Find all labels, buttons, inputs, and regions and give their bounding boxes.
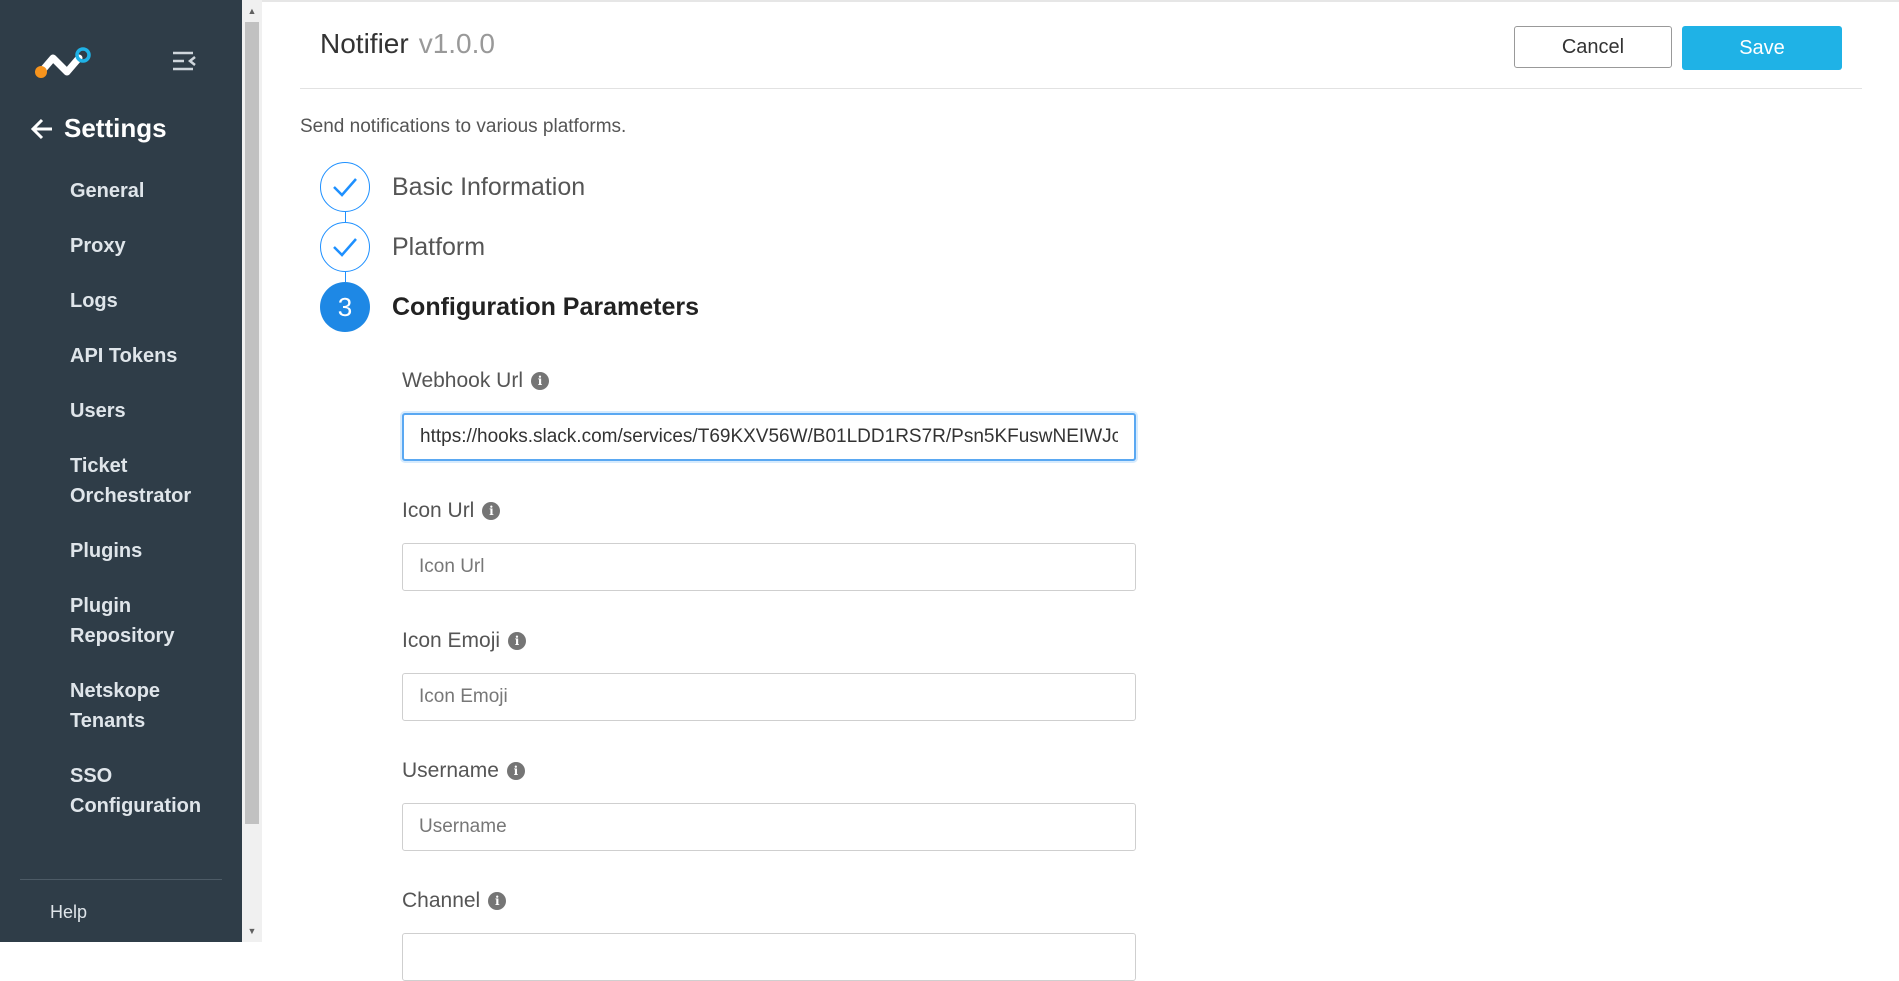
- sidebar-item-users[interactable]: Users: [70, 396, 230, 426]
- netskope-logo: [35, 47, 91, 78]
- channel-input[interactable]: [402, 933, 1136, 981]
- scroll-up-arrow-icon[interactable]: ▲: [242, 2, 262, 20]
- info-icon[interactable]: i: [488, 892, 507, 910]
- help-link[interactable]: Help: [50, 902, 87, 923]
- plugin-version: v1.0.0: [418, 28, 495, 59]
- icon-emoji-input[interactable]: [402, 673, 1136, 721]
- sidebar-item-api-tokens[interactable]: API Tokens: [70, 341, 230, 371]
- username-label-row: Username i: [402, 757, 1136, 785]
- sidebar-scrollbar[interactable]: ▲ ▼: [242, 0, 262, 942]
- collapse-menu-icon[interactable]: [170, 48, 198, 74]
- username-input[interactable]: [402, 803, 1136, 851]
- info-icon[interactable]: i: [508, 632, 527, 650]
- page-title: Notifier v1.0.0: [320, 28, 495, 60]
- webhook-url-field: Webhook Url i: [402, 367, 1136, 461]
- back-arrow-icon[interactable]: [30, 117, 54, 141]
- step-complete-indicator: [320, 222, 370, 272]
- sidebar-divider: [20, 879, 222, 880]
- step-connector: [345, 272, 346, 282]
- settings-header: Settings: [30, 113, 167, 144]
- step-label: Basic Information: [392, 172, 586, 201]
- webhook-url-label-row: Webhook Url i: [402, 367, 1136, 395]
- plugin-description: Send notifications to various platforms.: [300, 116, 627, 137]
- sidebar-item-plugin-repository[interactable]: Plugin Repository: [70, 591, 230, 651]
- step-complete-indicator: [320, 162, 370, 212]
- username-field: Username i: [402, 757, 1136, 851]
- step-label: Configuration Parameters: [392, 292, 700, 321]
- step-platform[interactable]: Platform: [320, 222, 485, 272]
- sidebar-item-plugins[interactable]: Plugins: [70, 536, 230, 566]
- sidebar-item-sso-configuration[interactable]: SSO Configuration: [70, 761, 230, 821]
- icon-url-input[interactable]: [402, 543, 1136, 591]
- webhook-url-label: Webhook Url: [402, 369, 523, 392]
- step-label: Platform: [392, 232, 486, 261]
- sidebar: Settings General Proxy Logs API Tokens U…: [0, 0, 242, 942]
- sidebar-item-netskope-tenants[interactable]: Netskope Tenants: [70, 676, 230, 736]
- icon-url-field: Icon Url i: [402, 497, 1136, 591]
- plugin-name: Notifier: [320, 28, 409, 59]
- info-icon[interactable]: i: [506, 762, 525, 780]
- settings-title: Settings: [64, 113, 167, 143]
- channel-label-row: Channel i: [402, 887, 1136, 915]
- icon-url-label: Icon Url: [402, 499, 475, 522]
- main-content: Notifier v1.0.0 Cancel Save Send notifica…: [262, 0, 1899, 981]
- sidebar-item-general[interactable]: General: [70, 176, 230, 206]
- icon-emoji-label: Icon Emoji: [402, 629, 501, 652]
- step-number-badge: 3: [320, 282, 370, 332]
- icon-emoji-label-row: Icon Emoji i: [402, 627, 1136, 655]
- channel-field: Channel i: [402, 887, 1136, 981]
- info-icon[interactable]: i: [482, 502, 501, 520]
- channel-label: Channel: [402, 889, 481, 912]
- scroll-thumb[interactable]: [245, 22, 259, 824]
- header-divider: [300, 88, 1862, 89]
- checkmark-icon: [333, 238, 357, 257]
- save-button[interactable]: Save: [1682, 26, 1842, 70]
- step-configuration-parameters[interactable]: 3 Configuration Parameters: [320, 282, 699, 332]
- sidebar-item-proxy[interactable]: Proxy: [70, 231, 230, 261]
- checkmark-icon: [333, 178, 357, 197]
- step-basic-information[interactable]: Basic Information: [320, 162, 585, 212]
- step-connector: [345, 212, 346, 222]
- cancel-button[interactable]: Cancel: [1514, 26, 1672, 68]
- scroll-down-arrow-icon[interactable]: ▼: [242, 922, 262, 940]
- icon-url-label-row: Icon Url i: [402, 497, 1136, 525]
- info-icon[interactable]: i: [531, 372, 549, 390]
- sidebar-item-ticket-orchestrator[interactable]: Ticket Orchestrator: [70, 451, 230, 511]
- sidebar-item-logs[interactable]: Logs: [70, 286, 230, 316]
- webhook-url-input[interactable]: [402, 413, 1136, 461]
- settings-nav: General Proxy Logs API Tokens Users Tick…: [70, 176, 230, 821]
- icon-emoji-field: Icon Emoji i: [402, 627, 1136, 721]
- username-label: Username: [402, 759, 499, 782]
